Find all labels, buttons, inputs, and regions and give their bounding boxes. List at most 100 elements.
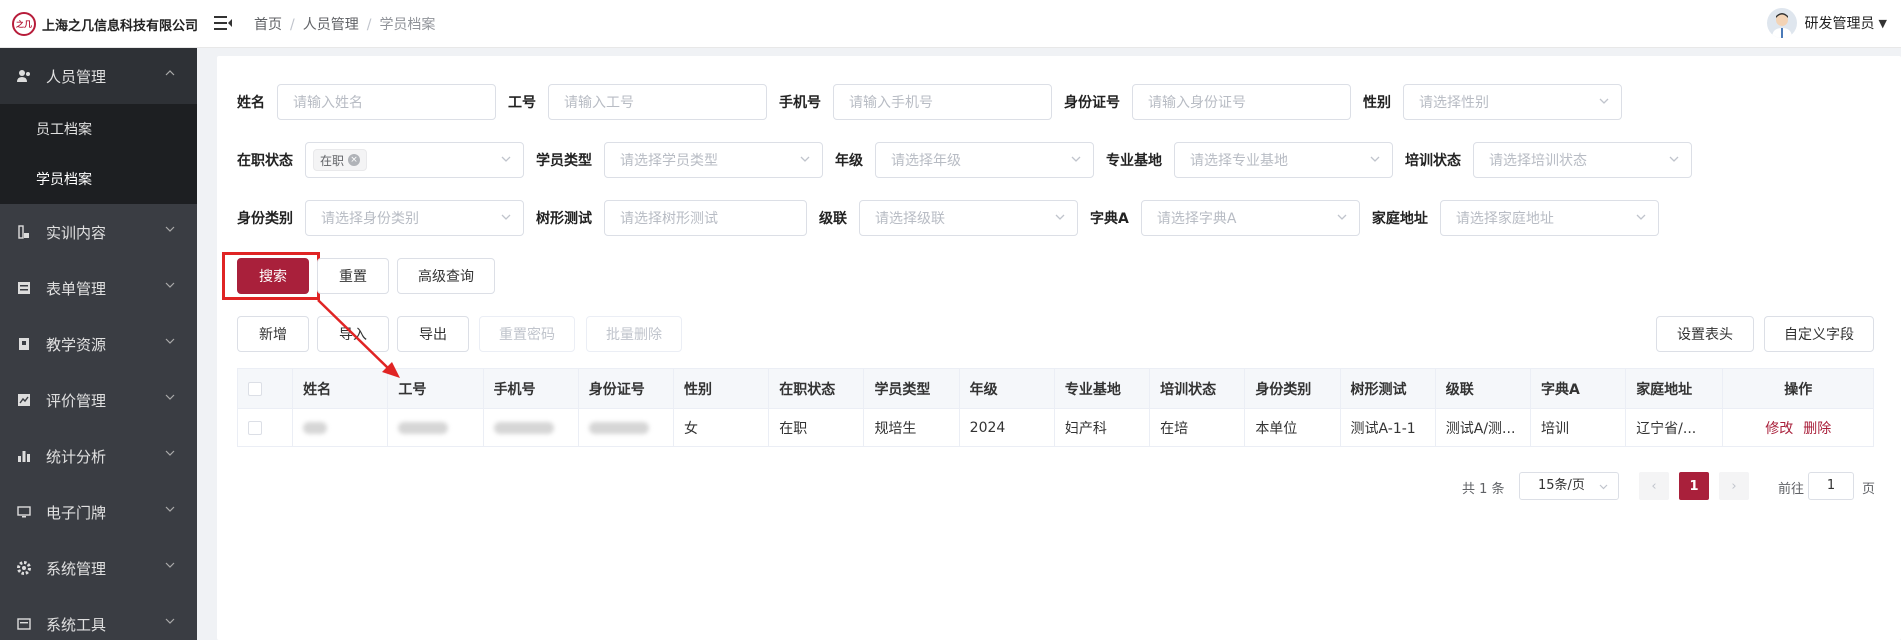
sidebar-item-people[interactable]: 人员管理 [0, 48, 197, 104]
filter-label-dict-a: 字典A [1090, 211, 1129, 227]
status-select[interactable]: 在职 × [305, 142, 524, 178]
column-header: 手机号 [482, 368, 579, 409]
next-page-button[interactable]: › [1719, 472, 1749, 500]
train-status-select[interactable]: 请选择培训状态 [1473, 142, 1692, 178]
sidebar-item-label: 教学资源 [46, 335, 107, 354]
prev-page-button[interactable]: ‹ [1639, 472, 1669, 500]
goto-page-input[interactable]: 1 [1808, 472, 1854, 500]
name-input[interactable]: 请输入姓名 [277, 84, 496, 120]
status-tag[interactable]: 在职 × [313, 149, 368, 171]
user-menu[interactable]: 研发管理员 ▼ [1766, 8, 1887, 38]
table-row[interactable]: 女 在职 规培生 2024 妇产科 在培 本单位 测试A-1-1 测试A/测..… [236, 408, 1874, 447]
chevron-down-icon [501, 156, 511, 162]
resource-icon [16, 336, 32, 352]
filter-label-address: 家庭地址 [1371, 211, 1428, 227]
identity-select[interactable]: 请选择身份类别 [305, 200, 524, 236]
job-no-input[interactable]: 请输入工号 [548, 84, 767, 120]
export-button[interactable]: 导出 [397, 316, 469, 352]
monitor-icon [16, 504, 32, 520]
training-icon [16, 224, 32, 240]
sidebar-item-system[interactable]: 系统管理 [0, 540, 197, 596]
sidebar-item-label: 电子门牌 [46, 503, 107, 522]
sidebar-item-tools[interactable]: 系统工具 [0, 596, 197, 640]
reset-password-button[interactable]: 重置密码 [479, 316, 575, 352]
filter-label-name: 姓名 [237, 95, 265, 111]
select-all-cell[interactable] [236, 368, 294, 409]
sidebar-item-resources[interactable]: 教学资源 [0, 316, 197, 372]
column-header: 工号 [387, 368, 484, 409]
chevron-up-icon [165, 70, 175, 76]
advanced-search-button[interactable]: 高级查询 [397, 258, 495, 294]
cell-id-card [577, 408, 675, 447]
cell-cascade: 测试A/测... [1434, 408, 1531, 447]
close-icon[interactable]: × [348, 154, 361, 166]
sidebar-item-label: 系统管理 [46, 559, 107, 578]
sidebar-item-staff[interactable]: 员工档案 [0, 104, 197, 154]
menu-toggle-icon[interactable] [212, 12, 234, 34]
id-card-input[interactable]: 请输入身份证号 [1132, 84, 1351, 120]
page-button-1[interactable]: 1 [1679, 472, 1709, 500]
column-header: 性别 [672, 368, 770, 409]
sidebar-item-label: 学员档案 [36, 172, 92, 188]
address-select[interactable]: 请选择家庭地址 [1439, 200, 1659, 236]
phone-input[interactable]: 请输入手机号 [833, 84, 1052, 120]
sidebar-item-label: 人员管理 [46, 67, 107, 86]
company-logo[interactable]: 之几 上海之几信息科技有限公司 [12, 12, 198, 36]
tree-test-select[interactable]: 请选择树形测试 [604, 200, 807, 236]
chevron-down-icon [165, 282, 175, 288]
goto-label: 前往 [1778, 482, 1805, 497]
column-header: 在职状态 [768, 368, 865, 409]
gender-select[interactable]: 请选择性别 [1403, 84, 1622, 120]
cell-name [292, 408, 389, 447]
sidebar-item-students[interactable]: 学员档案 [0, 154, 197, 204]
sidebar: 人员管理 员工档案 学员档案 实训内容 表单管理 教学资源 评价管理 统计分析 … [0, 48, 197, 640]
filter-label-base: 专业基地 [1106, 153, 1162, 169]
users-icon [16, 68, 32, 84]
evaluation-icon [16, 392, 32, 408]
chevron-down-icon [501, 214, 511, 220]
dict-a-select[interactable]: 请选择字典A [1140, 200, 1360, 236]
custom-field-button[interactable]: 自定义字段 [1764, 316, 1874, 352]
cascade-select[interactable]: 请选择级联 [859, 200, 1078, 236]
sidebar-item-label: 实训内容 [46, 223, 107, 242]
breadcrumb-people[interactable]: 人员管理 [303, 17, 359, 33]
breadcrumb-current: 学员档案 [379, 17, 436, 33]
pagination-total: 共 1 条 [1462, 482, 1505, 497]
column-header: 级联 [1434, 368, 1531, 409]
chevron-down-icon [165, 394, 175, 400]
import-button[interactable]: 导入 [317, 316, 389, 352]
column-header: 操作 [1722, 368, 1874, 409]
company-name: 上海之几信息科技有限公司 [42, 18, 199, 34]
cell-address: 辽宁省/... [1625, 408, 1724, 447]
add-button[interactable]: 新增 [237, 316, 309, 352]
gear-icon [16, 560, 32, 576]
student-type-select[interactable]: 请选择学员类型 [604, 142, 823, 178]
sidebar-item-training[interactable]: 实训内容 [0, 204, 197, 260]
batch-delete-button[interactable]: 批量删除 [586, 316, 682, 352]
cell-grade: 2024 [958, 408, 1055, 447]
filter-label-status: 在职状态 [237, 153, 293, 169]
column-header: 家庭地址 [1625, 368, 1724, 409]
avatar-icon [1771, 13, 1792, 38]
logo-icon: 之几 [12, 12, 36, 36]
page-size-select[interactable]: 15条/页 [1519, 472, 1619, 500]
redacted-value [588, 421, 649, 434]
select-all-checkbox[interactable] [248, 381, 262, 396]
set-header-button[interactable]: 设置表头 [1656, 316, 1754, 352]
reset-button[interactable]: 重置 [317, 258, 389, 294]
redacted-value [398, 421, 449, 434]
row-checkbox[interactable] [248, 420, 262, 435]
page-suffix: 页 [1862, 482, 1876, 497]
grade-select[interactable]: 请选择年级 [875, 142, 1094, 178]
row-select-cell[interactable] [236, 408, 294, 447]
breadcrumb-home[interactable]: 首页 [254, 17, 282, 33]
column-header: 身份类别 [1244, 368, 1341, 409]
filter-label-train-status: 培训状态 [1405, 153, 1461, 169]
sidebar-item-forms[interactable]: 表单管理 [0, 260, 197, 316]
base-select[interactable]: 请选择专业基地 [1174, 142, 1393, 178]
delete-link[interactable]: 删除 [1803, 421, 1831, 437]
chevron-down-icon [1636, 214, 1646, 220]
sidebar-item-evaluation[interactable]: 评价管理 [0, 372, 197, 428]
column-header: 专业基地 [1053, 368, 1151, 409]
edit-link[interactable]: 修改 [1765, 421, 1793, 437]
